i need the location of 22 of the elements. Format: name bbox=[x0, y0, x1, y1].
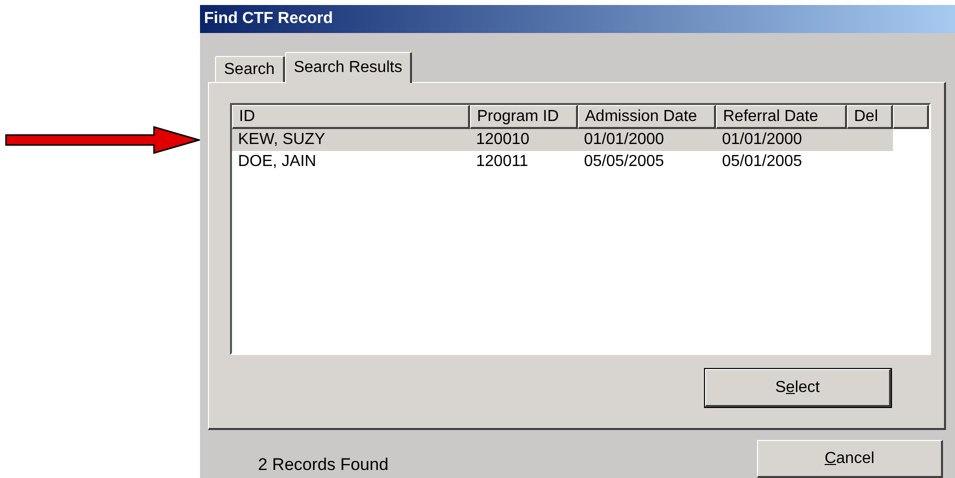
table-cell-text: 120010 bbox=[475, 130, 530, 150]
table-row[interactable]: KEW, SUZY 120010 01/01/2000 01/01/2000 bbox=[232, 129, 893, 151]
tab[interactable]: Search Results bbox=[284, 52, 412, 83]
column-header[interactable]: Referral Date bbox=[716, 105, 847, 129]
tab[interactable]: Search bbox=[215, 56, 285, 82]
table-cell-text: DOE, JAIN bbox=[237, 152, 318, 172]
table-cell-text: 120011 bbox=[475, 152, 530, 172]
window-title: Find CTF Record bbox=[200, 5, 955, 33]
arrow-icon bbox=[4, 126, 200, 154]
table-cell-text: 01/01/2000 bbox=[583, 130, 666, 150]
table-cell-text: 05/05/2005 bbox=[583, 152, 666, 172]
status-text: 2 Records Found bbox=[258, 455, 388, 475]
column-header[interactable]: Del bbox=[847, 105, 893, 129]
select-button[interactable]: Select bbox=[705, 369, 891, 407]
table-cell-text: 01/01/2000 bbox=[721, 130, 804, 150]
column-header[interactable]: ID bbox=[232, 105, 470, 129]
column-header[interactable]: Admission Date bbox=[578, 105, 716, 129]
table-row[interactable]: DOE, JAIN 120011 05/05/2005 05/01/2005 bbox=[232, 151, 893, 173]
table-cell-text: 05/01/2005 bbox=[721, 152, 804, 172]
cancel-button[interactable]: Cancel bbox=[757, 440, 943, 478]
column-header[interactable]: Program ID bbox=[470, 105, 578, 129]
table-cell-text: KEW, SUZY bbox=[237, 130, 326, 150]
